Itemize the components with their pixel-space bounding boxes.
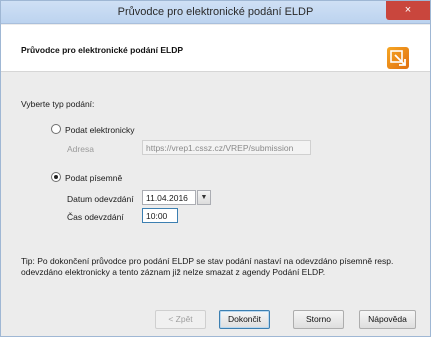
date-label: Datum odevzdání bbox=[67, 194, 134, 204]
close-button[interactable]: × bbox=[386, 1, 430, 20]
help-button[interactable]: Nápověda bbox=[359, 310, 416, 329]
radio-electronic[interactable] bbox=[51, 124, 61, 134]
title-bar[interactable]: Průvodce pro elektronické podání ELDP × bbox=[1, 1, 430, 24]
radio-electronic-label[interactable]: Podat elektronicky bbox=[65, 125, 134, 135]
address-field: https://vrep1.cssz.cz/VREP/submission bbox=[142, 140, 311, 155]
header-title: Průvodce pro elektronické podání ELDP bbox=[21, 45, 184, 55]
finish-button[interactable]: Dokončit bbox=[219, 310, 270, 329]
close-icon: × bbox=[404, 4, 412, 16]
radio-paper-label[interactable]: Podat písemně bbox=[65, 173, 122, 183]
time-field[interactable]: 10:00 bbox=[142, 208, 178, 223]
chevron-down-icon: ▼ bbox=[200, 194, 208, 201]
address-label: Adresa bbox=[67, 144, 94, 154]
date-field[interactable]: 11.04.2016 bbox=[142, 190, 196, 205]
window-title: Průvodce pro elektronické podání ELDP bbox=[117, 6, 314, 18]
date-dropdown-button[interactable]: ▼ bbox=[197, 190, 211, 205]
time-label: Čas odevzdání bbox=[67, 212, 124, 222]
radio-paper[interactable] bbox=[51, 172, 61, 182]
wizard-header: Průvodce pro elektronické podání ELDP bbox=[1, 25, 430, 72]
back-button[interactable]: < Zpět bbox=[155, 310, 206, 329]
wizard-icon bbox=[387, 47, 409, 69]
cancel-button[interactable]: Storno bbox=[293, 310, 344, 329]
tip-text: Tip: Po dokončení průvodce pro podání EL… bbox=[21, 256, 394, 277]
section-label: Vyberte typ podání: bbox=[21, 99, 95, 109]
wizard-window: Průvodce pro elektronické podání ELDP × … bbox=[0, 0, 431, 337]
